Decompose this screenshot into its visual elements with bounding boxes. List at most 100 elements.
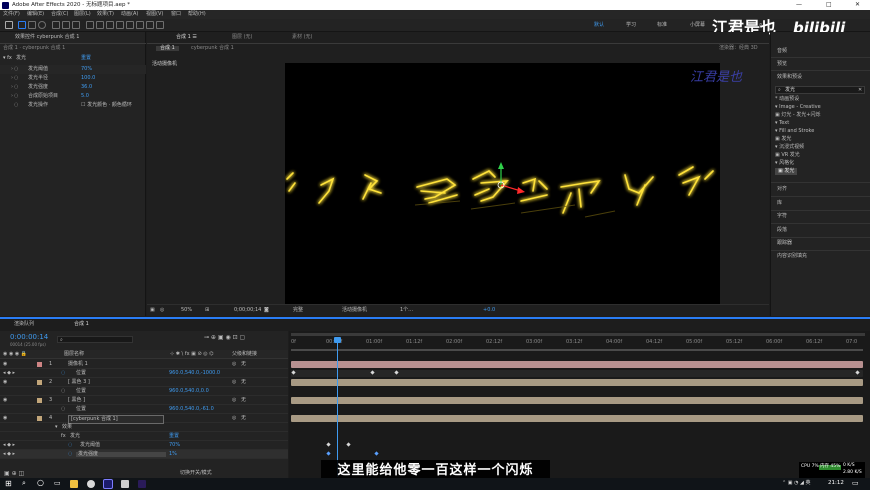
time-ruler[interactable]: 0f 00:12f 01:00f 01:12f 02:00f 02:12f 03… bbox=[289, 339, 870, 347]
panel-libraries[interactable]: 库 bbox=[777, 201, 782, 206]
snapshot-icon[interactable]: ◙ bbox=[264, 308, 269, 313]
workspace-default[interactable]: 默认 bbox=[594, 23, 604, 28]
param-value[interactable]: 70% bbox=[81, 67, 92, 72]
effects-search-field[interactable]: ⌕ 发光 ✕ bbox=[775, 86, 865, 94]
visibility-icon[interactable]: ◉ bbox=[3, 380, 7, 385]
views-dropdown[interactable]: 1个… bbox=[400, 308, 413, 313]
stopwatch-icon[interactable]: ◌ bbox=[68, 443, 72, 448]
renderer-label[interactable]: 渲染器：经典 3D bbox=[719, 46, 758, 51]
workspace-learn[interactable]: 学习 bbox=[626, 23, 636, 28]
menu-view[interactable]: 视图(V) bbox=[146, 12, 163, 17]
panel-character[interactable]: 字符 bbox=[777, 214, 787, 219]
grid-icon[interactable]: ⊞ bbox=[205, 308, 209, 313]
property-value[interactable]: 960.0,540.0,0.0 bbox=[169, 389, 209, 394]
property-value[interactable]: 960.0,540.0,-61.0 bbox=[169, 407, 214, 412]
timeline-footer-icons[interactable]: ▣ ⊕ ◫ bbox=[4, 471, 24, 477]
property-row[interactable]: ◂ ◆ ▸ ◌ 位置 960.0,540.0,-1000.0 bbox=[0, 369, 288, 378]
selection-tool-icon[interactable] bbox=[18, 21, 26, 29]
column-layer-name[interactable]: 图层名称 bbox=[64, 352, 84, 357]
stopwatch-icon[interactable]: ◌ bbox=[14, 76, 18, 81]
parent-pick-icon[interactable]: ◎ bbox=[232, 380, 236, 385]
app-taskbar-icon[interactable] bbox=[121, 480, 129, 488]
roto-brush-tool-icon[interactable] bbox=[146, 21, 154, 29]
keyframe-nav-icon[interactable]: ◂ ◆ ▸ bbox=[3, 371, 15, 376]
panel-content-aware-fill[interactable]: 内容识别填充 bbox=[777, 254, 807, 259]
effect-name[interactable]: 发光 bbox=[16, 56, 26, 61]
puppet-tool-icon[interactable] bbox=[156, 21, 164, 29]
keyframe[interactable] bbox=[346, 442, 351, 447]
layer-name[interactable]: 摄像机 1 bbox=[68, 362, 88, 367]
timeline-switches-icons[interactable]: ⊸ ⊕ ▣ ◉ ⊡ ▢ bbox=[204, 335, 245, 341]
always-preview-icon[interactable]: ▣ bbox=[150, 308, 155, 313]
tab-render-queue[interactable]: 渲染队列 bbox=[14, 322, 34, 327]
mask-toggle-icon[interactable]: ◎ bbox=[160, 308, 164, 313]
tree-item[interactable]: ▾ 风格化 bbox=[775, 161, 794, 166]
property-value[interactable]: 重置 bbox=[169, 434, 179, 439]
home-icon[interactable] bbox=[5, 21, 13, 29]
file-explorer-icon[interactable] bbox=[70, 480, 78, 488]
label-color[interactable] bbox=[37, 380, 42, 385]
property-row[interactable]: ▾ 效果 bbox=[0, 423, 288, 432]
menu-window[interactable]: 窗口 bbox=[171, 12, 181, 17]
task-view-icon[interactable]: ▭ bbox=[54, 480, 61, 487]
layer-row[interactable]: ◉ 2 [ 黑色 3 ] ◎ 无 bbox=[0, 378, 288, 387]
keyframe[interactable] bbox=[326, 442, 331, 447]
tab-footage[interactable]: 素材 (无) bbox=[292, 35, 313, 40]
stopwatch-icon[interactable]: ◌ bbox=[14, 94, 18, 99]
parent-dropdown[interactable]: 无 bbox=[241, 362, 246, 367]
stopwatch-icon[interactable]: ◌ bbox=[61, 371, 65, 376]
workspace-standard[interactable]: 标准 bbox=[657, 23, 667, 28]
toggle-switches-modes[interactable]: 切换开关/模式 bbox=[180, 471, 212, 476]
stopwatch-icon[interactable]: ◌ bbox=[14, 67, 18, 72]
label-color[interactable] bbox=[37, 398, 42, 403]
layer-bar[interactable] bbox=[291, 379, 863, 386]
chrome-icon[interactable] bbox=[87, 480, 95, 488]
clone-stamp-tool-icon[interactable] bbox=[126, 21, 134, 29]
subtab-cyberpunk[interactable]: cyberpunk 合成 1 bbox=[191, 46, 234, 51]
layer-bar[interactable] bbox=[291, 415, 863, 422]
search-icon[interactable]: ⌕ bbox=[22, 480, 26, 487]
property-row[interactable]: ◌ 位置 960.0,540.0,-61.0 bbox=[0, 405, 288, 414]
param-toggle-icon[interactable]: › bbox=[11, 85, 13, 90]
parent-dropdown[interactable]: 无 bbox=[241, 380, 246, 385]
visibility-icon[interactable]: ◉ bbox=[3, 416, 7, 421]
property-row[interactable]: fx 发光 重置 bbox=[0, 432, 288, 441]
menu-file[interactable]: 文件(F) bbox=[3, 12, 20, 17]
effect-controls-tab[interactable]: 效果控件 cyberpunk 合成 1 bbox=[15, 35, 79, 40]
windows-start-icon[interactable]: ⊞ bbox=[5, 480, 12, 488]
tree-item[interactable]: ▣ 发光 bbox=[775, 137, 791, 142]
tree-item[interactable]: ▾ Fill and Stroke bbox=[775, 129, 814, 134]
clock[interactable]: 21:12 bbox=[828, 480, 844, 487]
tree-item[interactable]: ▣ 灯光 - 发光+闪烁 bbox=[775, 113, 821, 118]
param-toggle-icon[interactable]: › bbox=[11, 94, 13, 99]
stopwatch-icon[interactable]: ◌ bbox=[61, 407, 65, 412]
exposure-value[interactable]: +0.0 bbox=[483, 308, 495, 313]
cortana-icon[interactable]: ○ bbox=[37, 479, 44, 487]
quality-dropdown[interactable]: 完整 bbox=[293, 308, 303, 313]
layer-name[interactable]: [ 黑色 ] bbox=[68, 398, 85, 403]
clear-search-icon[interactable]: ✕ bbox=[858, 88, 862, 93]
menu-help[interactable]: 帮助(H) bbox=[188, 12, 206, 17]
property-row[interactable]: ◌ 位置 960.0,540.0,0.0 bbox=[0, 387, 288, 396]
tab-composition[interactable]: 合成 1 ☰ bbox=[176, 35, 197, 40]
param-value[interactable]: 100.0 bbox=[81, 76, 95, 81]
keyframe[interactable] bbox=[326, 451, 331, 456]
type-tool-icon[interactable] bbox=[106, 21, 114, 29]
workspace-small-screen[interactable]: 小屏幕 bbox=[690, 23, 705, 28]
panel-preview[interactable]: 预览 bbox=[777, 62, 787, 67]
time-navigator[interactable] bbox=[291, 333, 865, 336]
close-button[interactable]: ✕ bbox=[855, 2, 860, 8]
eraser-tool-icon[interactable] bbox=[136, 21, 144, 29]
composition-viewer[interactable]: 江君是也 bbox=[285, 63, 742, 304]
tree-item[interactable]: ▾ Text bbox=[775, 121, 789, 126]
panel-effects-presets[interactable]: 效果和预设 bbox=[777, 75, 802, 80]
panel-align[interactable]: 对齐 bbox=[777, 187, 787, 192]
property-row[interactable]: ◂ ◆ ▸ ◌ 发光阈值 70% bbox=[0, 441, 288, 450]
stopwatch-icon[interactable]: ◌ bbox=[14, 103, 18, 108]
menu-animation[interactable]: 动画(A) bbox=[121, 12, 138, 17]
rotate-tool-icon[interactable] bbox=[52, 21, 60, 29]
notification-icon[interactable]: ▭ bbox=[852, 480, 859, 487]
pen-tool-icon[interactable] bbox=[96, 21, 104, 29]
parent-pick-icon[interactable]: ◎ bbox=[232, 398, 236, 403]
param-value[interactable]: ☐ 发光颜色 · 颜色循环 bbox=[81, 103, 132, 108]
